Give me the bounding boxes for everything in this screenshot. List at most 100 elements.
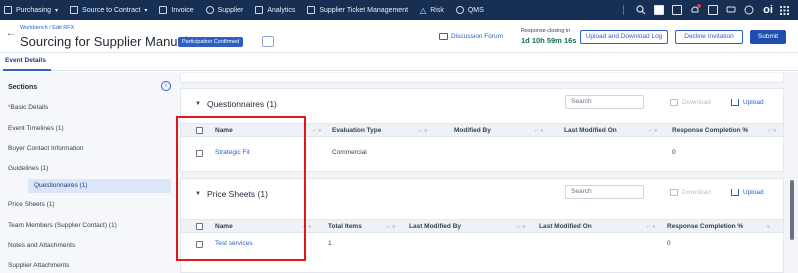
nav-supplier-ticket-management[interactable]: Supplier Ticket Management <box>301 0 414 20</box>
nav-analytics-label: Analytics <box>267 6 296 14</box>
nav-risk[interactable]: △ Risk <box>414 0 450 20</box>
column-header-last-modified-by[interactable]: Last Modified By <box>409 220 461 234</box>
nav-purchasing[interactable]: Purchasing ▾ <box>0 0 64 20</box>
column-header-response-completion[interactable]: Response Completion % <box>672 124 748 138</box>
bookmark-icon[interactable] <box>704 0 722 20</box>
submit-button[interactable]: Submit <box>750 30 786 44</box>
response-completion-cell: 0 <box>667 240 671 247</box>
sections-sidebar: Sections ‹ *Basic Details Event Timeline… <box>0 72 183 273</box>
sidebar-item-questionnaires[interactable]: Questionnaires (1) <box>28 179 171 193</box>
questionnaires-title: Questionnaires (1) <box>206 99 277 109</box>
nav-supplier[interactable]: Supplier <box>200 0 250 20</box>
price-sheets-upload-button[interactable]: Upload <box>731 189 764 196</box>
sidebar-item-team-members[interactable]: Team Members (Supplier Contact) (1) <box>0 219 183 233</box>
document-icon[interactable] <box>262 36 274 47</box>
upload-download-log-button[interactable]: Upload and Download Log <box>580 30 668 44</box>
download-label: Download <box>682 99 711 106</box>
chat-bubble-icon <box>439 33 448 40</box>
questionnaires-search-input[interactable]: Search <box>565 95 644 109</box>
sidebar-item-price-sheets[interactable]: Price Sheets (1) <box>0 198 183 212</box>
active-tab-indicator <box>3 69 51 71</box>
chevron-down-icon: ▾ <box>55 7 59 14</box>
add-icon[interactable] <box>650 0 668 20</box>
nav-invoice-label: Invoice <box>171 6 194 14</box>
upload-icon <box>731 99 739 106</box>
upload-label: Upload <box>743 99 764 106</box>
status-badge: Participation Confirmed <box>178 37 244 47</box>
column-header-total-items[interactable]: Total Items <box>328 220 362 234</box>
column-header-last-modified-on[interactable]: Last Modified On <box>564 124 617 138</box>
tab-bar: Event Details <box>0 53 798 71</box>
column-header-last-modified-on[interactable]: Last Modified On <box>539 220 592 234</box>
questionnaires-download-button[interactable]: Download <box>670 99 711 106</box>
nav-qms-label: QMS <box>467 6 484 14</box>
search-icon[interactable] <box>632 0 650 20</box>
highlight-annotation-box <box>176 116 306 261</box>
response-closing-countdown: 1d 10h 59m 16s <box>521 36 577 45</box>
nav-source-to-contract-label: Source to Contract <box>82 6 141 14</box>
chart-icon <box>255 6 264 14</box>
calendar-icon[interactable] <box>668 0 686 20</box>
nav-right-tools: oi <box>615 0 798 20</box>
discussion-forum-label: Discussion Forum <box>451 33 504 40</box>
response-closing-label: Response closing in <box>521 28 571 34</box>
sidebar-item-buyer-contact-information[interactable]: Buyer Contact Information <box>0 142 183 156</box>
questionnaires-header[interactable]: ▼ Questionnaires (1) <box>195 99 277 109</box>
column-header-modified-by[interactable]: Modified By <box>454 124 491 138</box>
column-header-response-completion[interactable]: Response Completion % <box>667 220 743 234</box>
breadcrumb[interactable]: Workbench / Edit RFX <box>20 25 74 31</box>
discussion-forum-link[interactable]: Discussion Forum <box>439 33 503 40</box>
page-header: ← Workbench / Edit RFX Sourcing for Supp… <box>0 20 798 53</box>
nav-risk-label: Risk <box>430 6 444 14</box>
sort-icon[interactable]: ↓↑ ≡ <box>516 220 525 234</box>
sidebar-item-basic-details[interactable]: *Basic Details <box>0 101 183 115</box>
sort-icon[interactable]: ↓↑ ≡ <box>648 124 657 138</box>
warning-icon: △ <box>420 5 427 15</box>
response-completion-cell: 0 <box>672 149 676 156</box>
nav-analytics[interactable]: Analytics <box>249 0 301 20</box>
vertical-scrollbar[interactable] <box>790 180 794 240</box>
nav-supplier-label: Supplier <box>217 6 244 14</box>
page-title: Sourcing for Supplier Manual <box>20 34 188 49</box>
sort-icon[interactable]: ↓↑ ≡ <box>767 124 776 138</box>
price-sheets-download-button[interactable]: Download <box>670 189 711 196</box>
notification-bell-icon[interactable] <box>686 0 704 20</box>
invoice-icon <box>159 6 168 14</box>
questionnaires-upload-button[interactable]: Upload <box>731 99 764 106</box>
sidebar-item-supplier-attachments[interactable]: Supplier Attachments <box>0 259 183 273</box>
chat-icon[interactable] <box>722 0 740 20</box>
sidebar-item-guidelines[interactable]: Guidelines (1) <box>0 162 183 176</box>
collapse-sidebar-icon[interactable]: ‹ <box>161 81 171 91</box>
help-icon[interactable] <box>740 0 758 20</box>
price-sheets-search-input[interactable]: Search <box>565 185 644 199</box>
sort-icon[interactable]: ↓↑ ≡ <box>418 124 427 138</box>
sidebar-item-event-timelines[interactable]: Event Timelines (1) <box>0 122 183 136</box>
back-arrow-icon[interactable]: ← <box>6 28 16 39</box>
doc-icon <box>70 6 79 14</box>
nav-divider <box>623 5 624 15</box>
download-icon <box>670 99 678 106</box>
upload-icon <box>731 189 739 196</box>
upload-label: Upload <box>743 189 764 196</box>
sort-icon[interactable]: ↓↑ ≡ <box>646 220 655 234</box>
sort-icon[interactable]: ↓↑ ≡ <box>386 220 395 234</box>
cart-icon <box>4 6 12 14</box>
sidebar-item-label: Basic Details <box>10 104 49 111</box>
qms-icon <box>455 6 464 14</box>
sort-icon[interactable]: ≡ <box>767 220 770 234</box>
sort-icon[interactable]: ↓↑ ≡ <box>312 124 321 138</box>
column-header-evaluation-type[interactable]: Evaluation Type <box>332 124 381 138</box>
evaluation-type-cell: Commercial <box>332 149 367 156</box>
apps-grid-icon[interactable] <box>778 0 790 20</box>
nav-qms[interactable]: QMS <box>450 0 490 20</box>
supplier-icon <box>205 6 214 14</box>
nav-invoice[interactable]: Invoice <box>153 0 199 20</box>
notification-badge <box>697 4 701 8</box>
decline-invitation-button[interactable]: Decline Invitation <box>675 30 743 44</box>
nav-source-to-contract[interactable]: Source to Contract ▾ <box>64 0 153 20</box>
sidebar-item-notes-and-attachments[interactable]: Notes and Attachments <box>0 239 183 253</box>
sort-icon[interactable]: ↓↑ ≡ <box>534 124 543 138</box>
tab-event-details[interactable]: Event Details <box>5 57 46 64</box>
sidebar-title: Sections <box>8 84 38 91</box>
top-navigation-bar: Purchasing ▾ Source to Contract ▾ Invoic… <box>0 0 798 20</box>
